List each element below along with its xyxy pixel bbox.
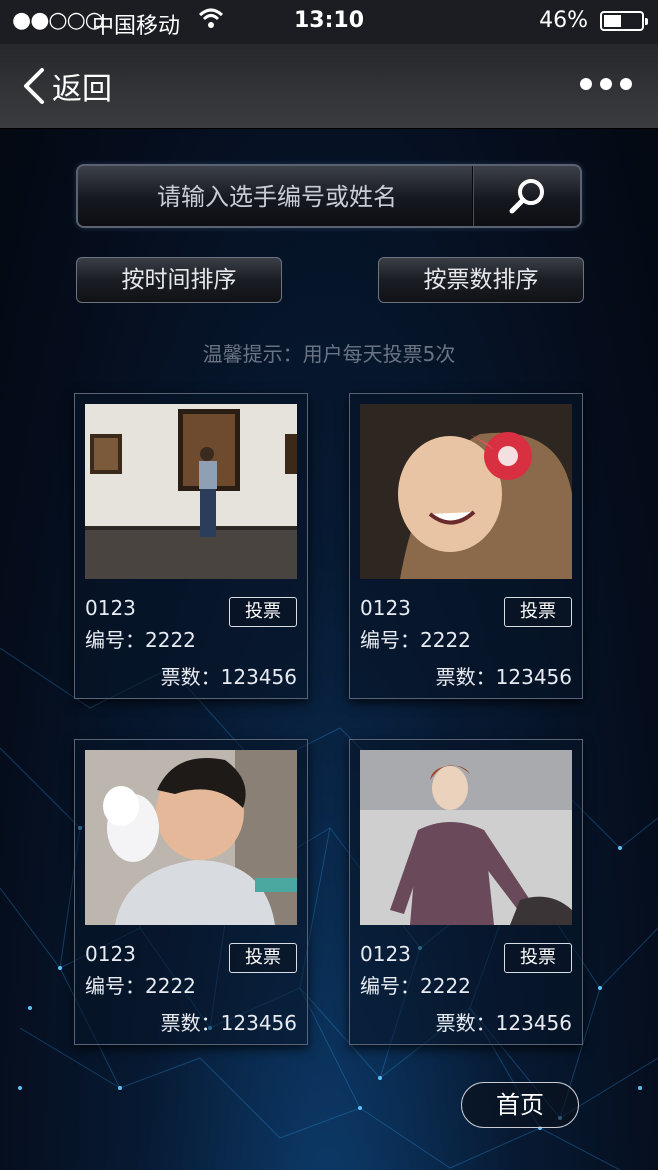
battery-percentage: 46%	[539, 8, 588, 33]
contestant-number: 编号：2222	[85, 628, 196, 652]
vote-count: 票数：123456	[435, 1011, 572, 1035]
contestant-card[interactable]: 0123 编号：2222 投票 票数：123456	[74, 739, 308, 1045]
vote-count: 票数：123456	[435, 665, 572, 689]
contestant-card[interactable]: 0123 编号：2222 投票 票数：123456	[349, 739, 583, 1045]
boy-cotton-candy-photo[interactable]	[85, 750, 297, 925]
gallery-woman-photo[interactable]	[85, 404, 297, 579]
contestant-name: 0123	[360, 596, 411, 620]
sort-by-votes-button[interactable]: 按票数排序	[378, 257, 584, 303]
contestant-number: 编号：2222	[85, 974, 196, 998]
more-options-icon[interactable]	[580, 78, 632, 90]
voting-tip: 温馨提示：用户每天投票5次	[202, 342, 456, 366]
search-button[interactable]	[474, 166, 580, 226]
vote-button[interactable]: 投票	[504, 597, 572, 627]
girl-with-flower-photo[interactable]	[360, 404, 572, 579]
contestant-name: 0123	[85, 942, 136, 966]
chevron-left-icon	[24, 68, 44, 104]
vote-button[interactable]: 投票	[504, 943, 572, 973]
search-input[interactable]	[78, 166, 476, 228]
search-box	[76, 164, 582, 228]
back-button[interactable]: 返回	[20, 64, 112, 108]
home-button[interactable]: 首页	[461, 1082, 579, 1128]
vote-count: 票数：123456	[160, 665, 297, 689]
status-bar: ●●○○○ 中国移动 13:10 46%	[0, 0, 658, 44]
back-label: 返回	[52, 72, 112, 107]
navigation-bar: 返回	[0, 44, 658, 129]
vote-button[interactable]: 投票	[229, 943, 297, 973]
battery-icon	[600, 11, 648, 31]
contestant-card[interactable]: 0123 编号：2222 投票 票数：123456	[349, 393, 583, 699]
contestant-card[interactable]: 0123 编号：2222 投票 票数：123456	[74, 393, 308, 699]
sort-by-time-button[interactable]: 按时间排序	[76, 257, 282, 303]
fashion-model-photo[interactable]	[360, 750, 572, 925]
contestant-number: 编号：2222	[360, 628, 471, 652]
vote-count: 票数：123456	[160, 1011, 297, 1035]
contestant-name: 0123	[360, 942, 411, 966]
contestant-number: 编号：2222	[360, 974, 471, 998]
magnifier-icon	[509, 179, 544, 214]
contestant-name: 0123	[85, 596, 136, 620]
vote-button[interactable]: 投票	[229, 597, 297, 627]
